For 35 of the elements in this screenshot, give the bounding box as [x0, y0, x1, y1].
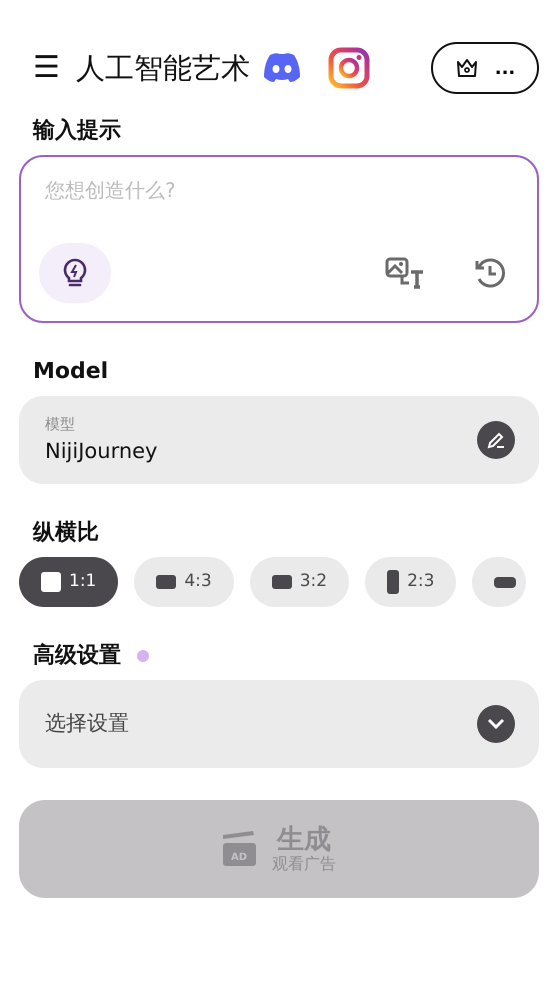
- aspect-chip[interactable]: [472, 557, 526, 607]
- prompt-field[interactable]: 您想创造什么?: [19, 155, 539, 323]
- dropdown-value: 选择设置: [45, 710, 129, 738]
- aspect-chip[interactable]: 2:3: [365, 557, 456, 607]
- shape-icon: [272, 575, 292, 589]
- image-to-text-icon: [385, 256, 425, 290]
- history-icon: [473, 256, 507, 290]
- section-label: 输入提示: [32, 117, 122, 145]
- chat-icon[interactable]: [262, 52, 302, 84]
- aspect-chip[interactable]: 4:3: [134, 557, 234, 607]
- shape-icon: [494, 576, 516, 588]
- settings-dropdown[interactable]: 选择设置: [19, 680, 539, 768]
- menu-button[interactable]: ☰: [19, 53, 66, 83]
- edit-icon: [486, 430, 506, 450]
- lightbulb-icon: [61, 257, 89, 289]
- model-field[interactable]: 模型 NijiJourney: [19, 396, 539, 484]
- premium-button[interactable]: ...: [431, 42, 539, 94]
- history-button[interactable]: [473, 256, 507, 290]
- aspect-chip[interactable]: 3:2: [250, 557, 350, 607]
- field-value: NijiJourney: [45, 438, 158, 464]
- prompt-input[interactable]: 您想创造什么?: [39, 175, 515, 235]
- app-title: 人工智能艺术: [76, 50, 250, 86]
- aspect-chip[interactable]: 1:1: [19, 557, 118, 607]
- edit-button[interactable]: [477, 421, 515, 459]
- crown-icon: [454, 57, 479, 79]
- section-label: 高级设置: [32, 642, 121, 670]
- section-label: Model: [32, 358, 110, 386]
- shape-icon: [41, 572, 61, 592]
- camera-icon[interactable]: [328, 47, 370, 89]
- chevron-icon: [477, 705, 515, 743]
- shape-icon: [156, 575, 176, 589]
- image-to-text-button[interactable]: [385, 256, 425, 290]
- shape-icon: [387, 570, 400, 594]
- section-label: 纵横比: [32, 519, 100, 547]
- field-label: 模型: [45, 414, 76, 435]
